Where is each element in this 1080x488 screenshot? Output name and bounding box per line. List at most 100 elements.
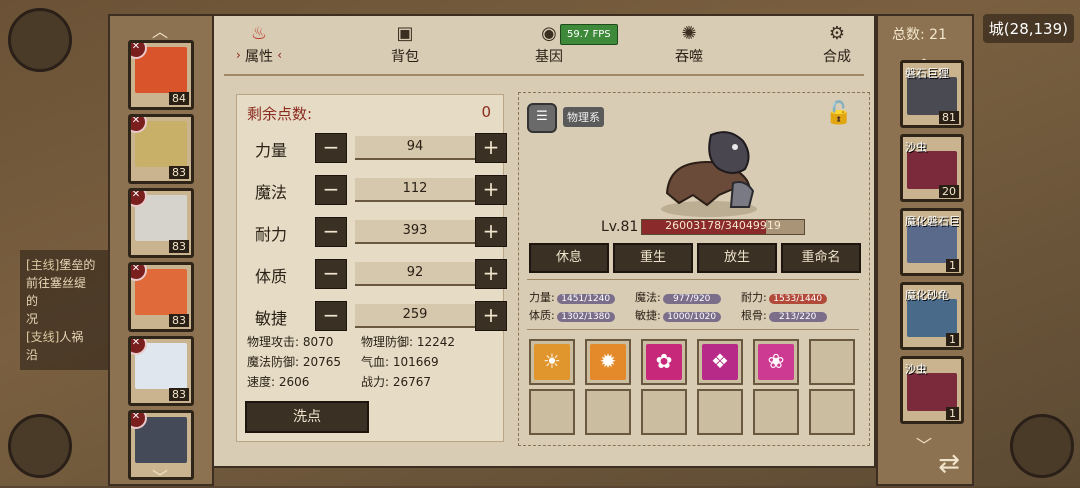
pet-card[interactable]: 沙虫 1 xyxy=(900,356,964,424)
hero-level: 84 xyxy=(169,92,189,105)
pet-card[interactable]: 魔化砂龟 1 xyxy=(900,282,964,350)
quest-tag: [支线] xyxy=(26,330,60,344)
growth-value: 1533/1440 xyxy=(768,294,827,304)
pet-portrait xyxy=(907,373,957,411)
increase-button[interactable]: + xyxy=(475,217,507,247)
empty-skill-slot[interactable] xyxy=(697,389,743,435)
crystal-skill-icon: ❖ xyxy=(702,344,738,380)
hero-level: 83 xyxy=(169,388,189,401)
skill-slot[interactable]: ☀ xyxy=(529,339,575,385)
pet-level: 81 xyxy=(939,111,959,124)
decrease-button[interactable]: − xyxy=(315,217,347,247)
tab-label: 基因 xyxy=(535,49,563,65)
pet-level: Lv.81 xyxy=(601,219,639,235)
hero-level: 83 xyxy=(169,166,189,179)
quest-text: 前往塞丝缇 xyxy=(26,276,87,290)
tab-bar: ♨ 属性 › ‹ ▣ 背包 ◉ 基因 ✺ 吞噬 ⚙ 合成 xyxy=(214,16,874,72)
decrease-button[interactable]: − xyxy=(315,133,347,163)
quest-text: 人祸 xyxy=(59,330,84,344)
quest-text: 的 xyxy=(26,294,39,308)
action-button[interactable]: 重生 xyxy=(613,243,693,273)
tab-label: 属性 xyxy=(245,49,273,65)
hero-card[interactable]: ✕ 84 xyxy=(128,40,194,110)
decrease-button[interactable]: − xyxy=(315,259,347,289)
growth-stat: 体质: 1302/1380 xyxy=(529,307,615,323)
map-icon[interactable] xyxy=(8,414,72,478)
skill-slot[interactable]: ❀ xyxy=(753,339,799,385)
decrease-button[interactable]: − xyxy=(315,175,347,205)
growth-value: 977/920 xyxy=(662,294,721,304)
hero-card[interactable]: ✕ 83 xyxy=(128,114,194,184)
pet-name: 魔化砂龟 xyxy=(905,289,949,302)
pet-count: 总数: 21 xyxy=(892,27,947,43)
increase-button[interactable]: + xyxy=(475,259,507,289)
pet-name: 沙虫 xyxy=(905,141,927,154)
hero-card[interactable]: ✕ 83 xyxy=(128,262,194,332)
attribute-panel: 剩余点数: 0 力量 −94 + 魔法 −112 + 耐力 −393 + 体质 −92 + 敏捷 −259… xyxy=(236,94,507,442)
stat-text: 战力: 26767 xyxy=(361,375,432,389)
attribute-value: 393 xyxy=(355,220,475,244)
pet-portrait xyxy=(661,131,757,217)
hero-card[interactable]: ✕ 83 xyxy=(128,188,194,258)
pet-portrait xyxy=(907,151,957,189)
exit-icon[interactable]: ⇄ xyxy=(930,446,968,484)
fps-counter: 59.7 FPS xyxy=(560,24,618,45)
stat-text: 气血: 101669 xyxy=(361,355,439,369)
sunburst-skill-icon: ✹ xyxy=(590,344,626,380)
chevron-down-icon[interactable]: ﹀ xyxy=(152,464,168,488)
hero-roster: ︿ ✕ 84 ✕ 83 ✕ 83 ✕ 83 ✕ 83 ✕ ﹀ xyxy=(108,14,214,488)
tab-5[interactable]: ⚙ 合成 xyxy=(802,24,872,66)
pet-name: 魔化磐石巨狸 xyxy=(905,215,959,228)
growth-label: 耐力: xyxy=(741,291,767,304)
empty-skill-slot[interactable] xyxy=(809,389,855,435)
vortex-skill-icon: ✿ xyxy=(646,344,682,380)
pet-portrait xyxy=(907,77,957,115)
divider xyxy=(527,329,859,330)
increase-button[interactable]: + xyxy=(475,175,507,205)
growth-label: 力量: xyxy=(529,291,555,304)
remaining-points-label: 剩余点数: xyxy=(247,105,313,123)
pet-level: 20 xyxy=(939,185,959,198)
tab-2[interactable]: ▣ 背包 xyxy=(370,24,440,66)
action-button[interactable]: 放生 xyxy=(697,243,777,273)
empty-skill-slot[interactable] xyxy=(585,389,631,435)
pet-card[interactable]: 魔化磐石巨狸 1 xyxy=(900,208,964,276)
pet-panel: 59.7 FPS ♨ 属性 › ‹ ▣ 背包 ◉ 基因 ✺ 吞噬 ⚙ 合成 剩余点数: 0 力量 −94… xyxy=(212,14,876,468)
pet-card[interactable]: 磐石巨狸 81 xyxy=(900,60,964,128)
empty-skill-slot[interactable] xyxy=(641,389,687,435)
pet-name: 磐石巨狸 xyxy=(905,67,949,80)
lotus-skill-icon: ❀ xyxy=(758,344,794,380)
stat-text: 速度: 2606 xyxy=(247,375,310,389)
attribute-row: 体质 −92 + xyxy=(245,259,507,289)
action-button[interactable]: 重命名 xyxy=(781,243,861,273)
action-button[interactable]: 休息 xyxy=(529,243,609,273)
devour-icon: ✺ xyxy=(681,23,697,44)
empty-skill-slot[interactable] xyxy=(809,339,855,385)
skill-slot[interactable]: ✹ xyxy=(585,339,631,385)
growth-value: 1302/1380 xyxy=(556,312,615,322)
increase-button[interactable]: + xyxy=(475,133,507,163)
house-icon[interactable] xyxy=(1010,414,1074,478)
skill-slot[interactable]: ❖ xyxy=(697,339,743,385)
reset-points-button[interactable]: 洗点 xyxy=(245,401,369,433)
pet-level: 1 xyxy=(946,259,959,272)
attribute-name: 体质 xyxy=(255,267,288,286)
increase-button[interactable]: + xyxy=(475,301,507,331)
empty-skill-slot[interactable] xyxy=(753,389,799,435)
pet-name: 沙虫 xyxy=(905,363,927,376)
list-icon[interactable]: ☰ xyxy=(527,103,557,133)
tab-4[interactable]: ✺ 吞噬 xyxy=(654,24,724,66)
chevron-up-icon[interactable]: ︿ xyxy=(152,18,168,42)
pet-card[interactable]: 沙虫 20 xyxy=(900,134,964,202)
lock-icon[interactable]: 🔓 xyxy=(825,101,852,131)
quest-text: 沿 xyxy=(26,348,39,362)
tab-label: 背包 xyxy=(391,49,419,65)
tab-1[interactable]: ♨ 属性 › ‹ xyxy=(224,24,294,66)
avatar[interactable] xyxy=(8,8,72,72)
empty-skill-slot[interactable] xyxy=(529,389,575,435)
stat-text: 魔法防御: 20765 xyxy=(247,355,342,369)
decrease-button[interactable]: − xyxy=(315,301,347,331)
stat-text: 物理防御: 12242 xyxy=(361,335,456,349)
hero-card[interactable]: ✕ 83 xyxy=(128,336,194,406)
skill-slot[interactable]: ✿ xyxy=(641,339,687,385)
